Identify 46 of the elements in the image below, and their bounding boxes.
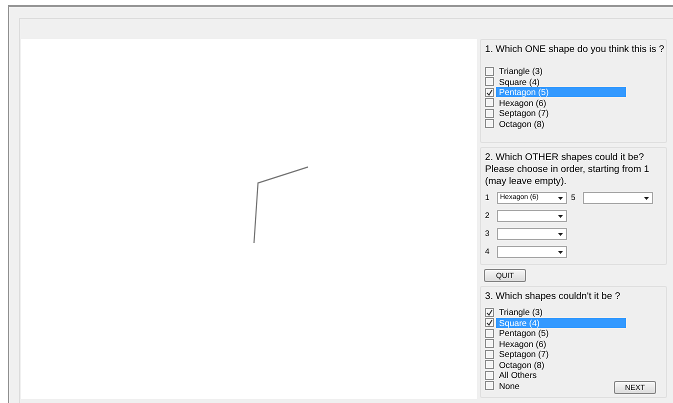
dropdown-number: 3 (485, 228, 490, 240)
dropdown-arrow-icon (558, 214, 563, 218)
checkbox[interactable] (485, 308, 494, 317)
dropdown-field[interactable] (497, 228, 567, 240)
option-label[interactable]: Septagon (7) (496, 108, 552, 118)
option-label[interactable]: Octagon (8) (496, 118, 548, 129)
dropdown-field[interactable] (583, 192, 653, 204)
option-label[interactable]: Triangle (3) (496, 307, 546, 318)
option-label[interactable]: Square (4) (496, 76, 543, 87)
dropdown-number: 2 (485, 210, 490, 222)
dropdown-arrow-icon (558, 196, 563, 200)
dropdown-number: 4 (485, 246, 490, 258)
question-text: Please choose in order, starting from 1 (485, 164, 650, 176)
checkbox[interactable] (485, 370, 494, 380)
checkbox[interactable] (485, 318, 494, 328)
checkbox[interactable] (485, 119, 494, 128)
checkbox[interactable] (485, 77, 494, 86)
dropdown-number: 1 (485, 192, 490, 204)
checkbox[interactable] (485, 339, 494, 348)
option-label[interactable]: Pentagon (5) (496, 328, 552, 338)
checkbox[interactable] (485, 108, 494, 118)
checkbox[interactable] (485, 88, 494, 97)
question-text: 2. Which OTHER shapes could it be? (485, 152, 644, 164)
dropdown-field[interactable] (497, 246, 567, 258)
dropdown-arrow-icon (558, 250, 563, 254)
option-label[interactable]: Hexagon (6) (496, 338, 550, 349)
dropdown-arrow-icon (558, 232, 563, 236)
checkbox[interactable] (485, 381, 494, 390)
question-title: 3. Which shapes couldn't it be ? (485, 291, 622, 303)
option-label[interactable]: Hexagon (6) (496, 98, 550, 108)
checkbox[interactable] (485, 328, 494, 338)
dropdown-number: 5 (570, 192, 576, 204)
checkbox[interactable] (485, 360, 494, 370)
option-label[interactable]: All Others (496, 370, 540, 380)
check-icon (486, 88, 493, 96)
option-label[interactable]: Octagon (8) (496, 360, 548, 370)
option-label[interactable]: None (496, 380, 523, 391)
checkbox[interactable] (485, 350, 494, 359)
checkbox[interactable] (485, 98, 494, 108)
dropdown-arrow-icon (644, 196, 649, 200)
checkbox[interactable] (485, 66, 494, 76)
question-text: (may leave empty). (485, 176, 567, 188)
dropdown-field[interactable] (497, 210, 567, 222)
question-title: 1. Which ONE shape do you think this is ? (485, 44, 662, 56)
option-label[interactable]: Triangle (3) (496, 66, 546, 76)
option-label[interactable]: Septagon (7) (496, 349, 552, 360)
